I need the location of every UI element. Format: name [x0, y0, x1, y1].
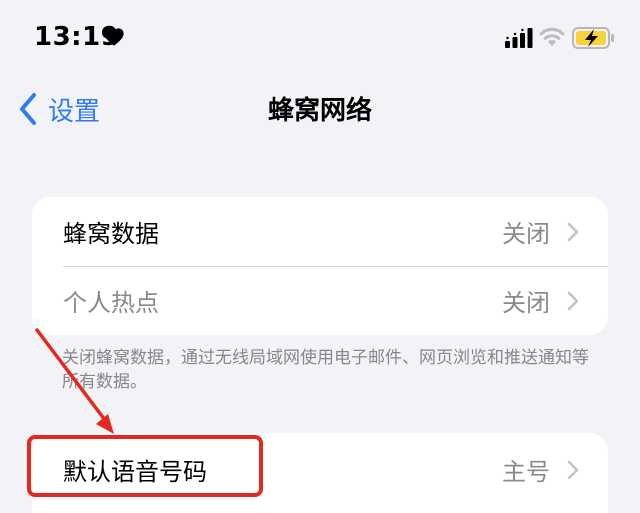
chevron-right-icon	[567, 222, 579, 241]
row-cellular-data[interactable]: 蜂窝数据 关闭	[32, 197, 608, 266]
row-label: 蜂窝数据	[63, 220, 159, 248]
row-value: 主号	[502, 458, 550, 486]
battery-charging-icon	[572, 27, 614, 49]
status-bar: 13:19	[0, 0, 640, 78]
cellular-signal-icon	[505, 28, 533, 48]
row-label: 个人热点	[63, 289, 159, 317]
row-personal-hotspot[interactable]: 个人热点 关闭	[32, 266, 608, 335]
chevron-right-icon	[567, 460, 579, 480]
heart-icon	[104, 28, 124, 46]
cellular-settings-group: 蜂窝数据 关闭 个人热点 关闭	[32, 197, 608, 335]
section-footer-note: 关闭蜂窝数据，通过无线局域网使用电子邮件、网页浏览和推送通知等所有数据。	[62, 348, 589, 392]
wifi-icon	[539, 27, 565, 46]
row-value: 关闭	[502, 289, 550, 317]
chevron-right-icon	[567, 291, 579, 310]
annotation-highlight-box	[27, 435, 263, 497]
page-title: 蜂窝网络	[267, 96, 372, 126]
row-value: 关闭	[502, 220, 550, 248]
